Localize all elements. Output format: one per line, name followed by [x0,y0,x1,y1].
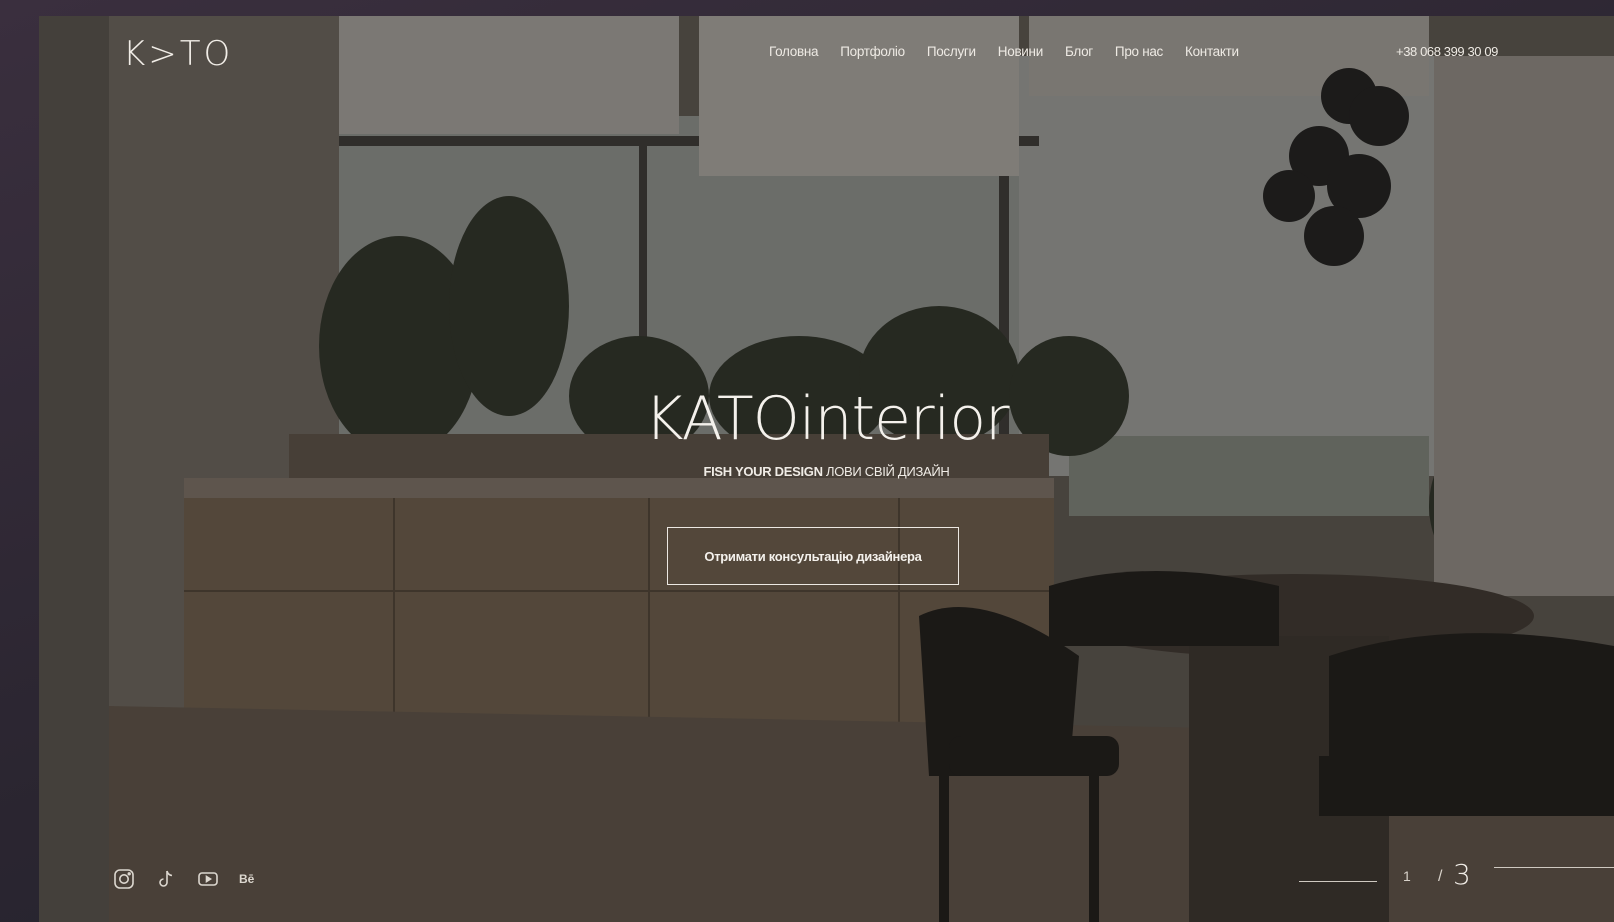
hero-slide: K>TO Головна Портфоліо Послуги Новини Бл… [39,16,1614,922]
logo[interactable]: K>TO [123,34,233,74]
main-nav: Головна Портфоліо Послуги Новини Блог Пр… [769,44,1239,59]
instagram-icon[interactable] [113,868,135,890]
slider-next-arrow[interactable] [1494,867,1614,868]
nav-item-portfolio[interactable]: Портфоліо [840,44,905,59]
social-links: Bē [113,868,261,890]
nav-item-contacts[interactable]: Контакти [1185,44,1239,59]
slider-prev-arrow[interactable] [1299,881,1377,882]
behance-icon[interactable]: Bē [239,868,261,890]
hero-title: KATOinterior [644,384,1009,454]
nav-item-services[interactable]: Послуги [927,44,976,59]
nav-item-news[interactable]: Новини [998,44,1043,59]
youtube-icon[interactable] [197,868,219,890]
nav-item-home[interactable]: Головна [769,44,819,59]
consultation-button[interactable]: Отримати консультацію дизайнера [667,527,959,585]
nav-item-about[interactable]: Про нас [1115,44,1163,59]
slide-separator: / [1438,868,1443,885]
phone-link[interactable]: +38 068 399 30 09 [1396,44,1498,59]
tagline-rest: ЛОВИ СВІЙ ДИЗАЙН [826,464,950,479]
slide-current-number: 1 [1403,868,1411,884]
nav-item-blog[interactable]: Блог [1065,44,1093,59]
slide-total-number: 3 [1453,858,1471,891]
hero-tagline: FISH YOUR DESIGN ЛОВИ СВІЙ ДИЗАЙН [39,464,1614,479]
tiktok-icon[interactable] [155,868,177,890]
tagline-bold: FISH YOUR DESIGN [703,464,823,479]
